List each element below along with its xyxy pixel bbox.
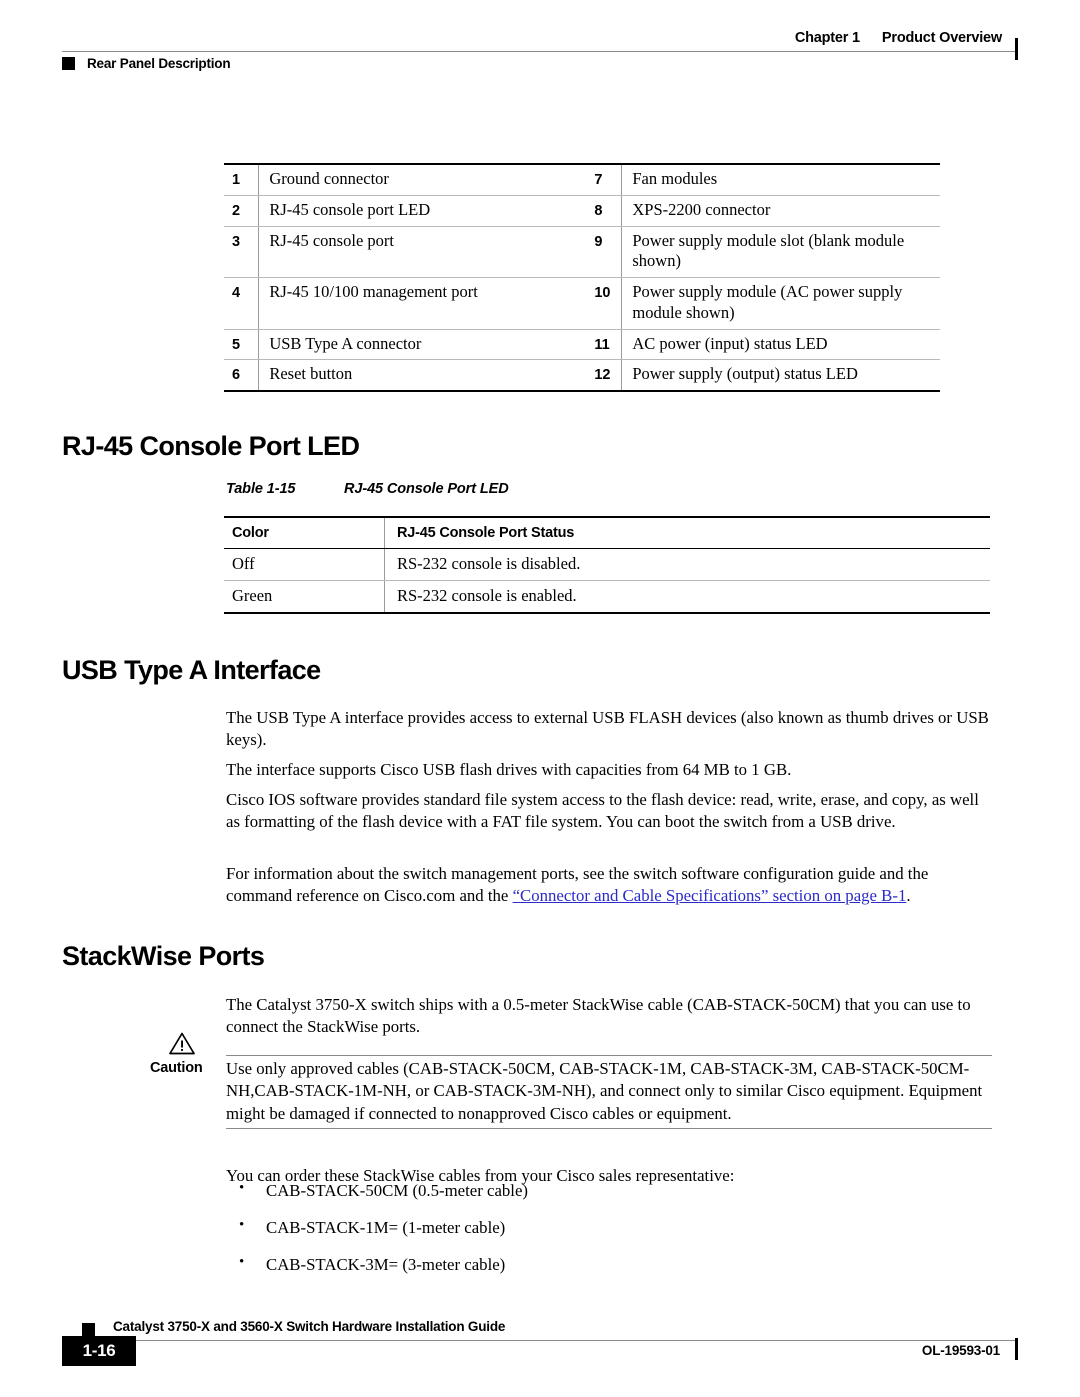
list-item: CAB-STACK-3M= (3-meter cable) xyxy=(226,1253,926,1276)
callout-number-right: 8 xyxy=(582,195,622,227)
callout-label-right: Power supply (output) status LED xyxy=(621,359,940,393)
callout-number-right: 7 xyxy=(582,162,622,196)
callout-label-right: AC power (input) status LED xyxy=(621,329,940,361)
footer-divider xyxy=(62,1340,1018,1341)
header-running-section: Rear Panel Description xyxy=(62,56,231,71)
table-row: Green RS-232 console is enabled. xyxy=(224,580,990,614)
table-row: 1 Ground connector 7 Fan modules xyxy=(224,162,940,196)
led-color-value: Off xyxy=(224,548,385,581)
callout-label-left: Ground connector xyxy=(258,162,583,196)
table-row: 3 RJ-45 console port 9 Power supply modu… xyxy=(224,226,940,279)
callout-number-right: 11 xyxy=(582,329,622,361)
usb-paragraph-4: For information about the switch managem… xyxy=(226,863,992,908)
caution-rule-top xyxy=(226,1055,992,1056)
callout-number-right: 12 xyxy=(582,359,622,393)
footer-document-id: OL-19593-01 xyxy=(921,1343,1000,1358)
footer-end-tick xyxy=(1015,1338,1018,1360)
callout-label-left: USB Type A connector xyxy=(258,329,583,361)
header-chapter-number: Chapter 1 xyxy=(794,30,860,46)
callout-label-right: Fan modules xyxy=(621,162,940,196)
table-row: 4 RJ-45 10/100 management port 10 Power … xyxy=(224,277,940,330)
table-caption-number: Table 1-15 xyxy=(226,481,296,497)
square-bullet-icon xyxy=(82,1323,95,1336)
caution-text: Use only approved cables (CAB-STACK-50CM… xyxy=(226,1059,983,1123)
header-chapter-title: Product Overview xyxy=(881,30,1002,46)
table-row: 5 USB Type A connector 11 AC power (inpu… xyxy=(224,329,940,361)
led-table-body: Color RJ-45 Console Port Status Off RS-2… xyxy=(224,516,990,614)
list-item: CAB-STACK-50CM (0.5-meter cable) xyxy=(226,1179,926,1202)
page-header: Chapter 1 Product Overview Rear Panel Des… xyxy=(62,30,1018,82)
rear-panel-callout-table: 1 Ground connector 7 Fan modules 2 RJ-45… xyxy=(224,162,940,393)
callout-number-left: 3 xyxy=(224,226,259,279)
callout-label-left: Reset button xyxy=(258,359,583,393)
caution-rule-bottom xyxy=(226,1128,992,1129)
table-row: 6 Reset button 12 Power supply (output) … xyxy=(224,359,940,393)
led-color-value: Green xyxy=(224,580,385,614)
warning-triangle-icon xyxy=(169,1032,195,1055)
callout-number-left: 4 xyxy=(224,277,259,330)
header-end-tick xyxy=(1015,38,1018,60)
usb-paragraph-3: Cisco IOS software provides standard fil… xyxy=(226,789,979,832)
column-header-color: Color xyxy=(224,516,385,549)
caution-label: Caution xyxy=(150,1060,203,1076)
section-heading-usb-type-a: USB Type A Interface xyxy=(62,655,321,686)
callout-label-left: RJ-45 console port LED xyxy=(258,195,583,227)
callout-label-right: Power supply module (AC power supply mod… xyxy=(621,277,940,330)
callout-number-right: 10 xyxy=(582,277,622,330)
usb-paragraph-4-tail: . xyxy=(906,886,911,906)
table-row: 2 RJ-45 console port LED 8 XPS-2200 conn… xyxy=(224,195,940,227)
header-chapter-line: Chapter 1 Product Overview xyxy=(795,30,1002,46)
callout-label-left: RJ-45 console port xyxy=(258,226,583,279)
list-item: CAB-STACK-1M= (1-meter cable) xyxy=(226,1216,926,1239)
table-caption: Table 1-15 RJ-45 Console Port LED xyxy=(226,481,509,497)
table-row: Off RS-232 console is disabled. xyxy=(224,548,990,581)
column-header-status: RJ-45 Console Port Status xyxy=(384,516,990,549)
callout-label-left: RJ-45 10/100 management port xyxy=(258,277,583,330)
led-status-value: RS-232 console is disabled. xyxy=(384,548,990,581)
callout-number-right: 9 xyxy=(582,226,622,279)
led-status-value: RS-232 console is enabled. xyxy=(384,580,990,614)
table-header-row: Color RJ-45 Console Port Status xyxy=(224,516,990,549)
callout-number-left: 6 xyxy=(224,359,259,393)
callout-label-right: Power supply module slot (blank module s… xyxy=(621,226,940,279)
footer-guide-title: Catalyst 3750-X and 3560-X Switch Hardwa… xyxy=(113,1319,506,1334)
section-heading-stackwise-ports: StackWise Ports xyxy=(62,941,265,972)
connector-cable-specifications-link[interactable]: “Connector and Cable Specifications” sec… xyxy=(513,886,907,905)
console-led-status-table: Color RJ-45 Console Port Status Off RS-2… xyxy=(224,516,990,614)
callout-number-left: 1 xyxy=(224,162,259,196)
square-bullet-icon xyxy=(62,57,75,70)
header-divider xyxy=(62,51,1018,52)
usb-paragraph-1: The USB Type A interface provides access… xyxy=(226,707,989,750)
footer-page-number: 1-16 xyxy=(62,1336,136,1366)
callout-table-body: 1 Ground connector 7 Fan modules 2 RJ-45… xyxy=(224,162,940,393)
table-caption-title: RJ-45 Console Port LED xyxy=(344,481,509,497)
stackwise-cable-list: CAB-STACK-50CM (0.5-meter cable) CAB-STA… xyxy=(226,1179,926,1290)
callout-number-left: 2 xyxy=(224,195,259,227)
page-footer: Catalyst 3750-X and 3560-X Switch Hardwa… xyxy=(62,1305,1018,1366)
callout-number-left: 5 xyxy=(224,329,259,361)
usb-paragraph-2: The interface supports Cisco USB flash d… xyxy=(226,759,792,779)
callout-label-right: XPS-2200 connector xyxy=(621,195,940,227)
section-heading-console-led: RJ-45 Console Port LED xyxy=(62,431,360,462)
stackwise-paragraph-1: The Catalyst 3750-X switch ships with a … xyxy=(226,994,971,1037)
header-running-section-label: Rear Panel Description xyxy=(87,56,231,71)
